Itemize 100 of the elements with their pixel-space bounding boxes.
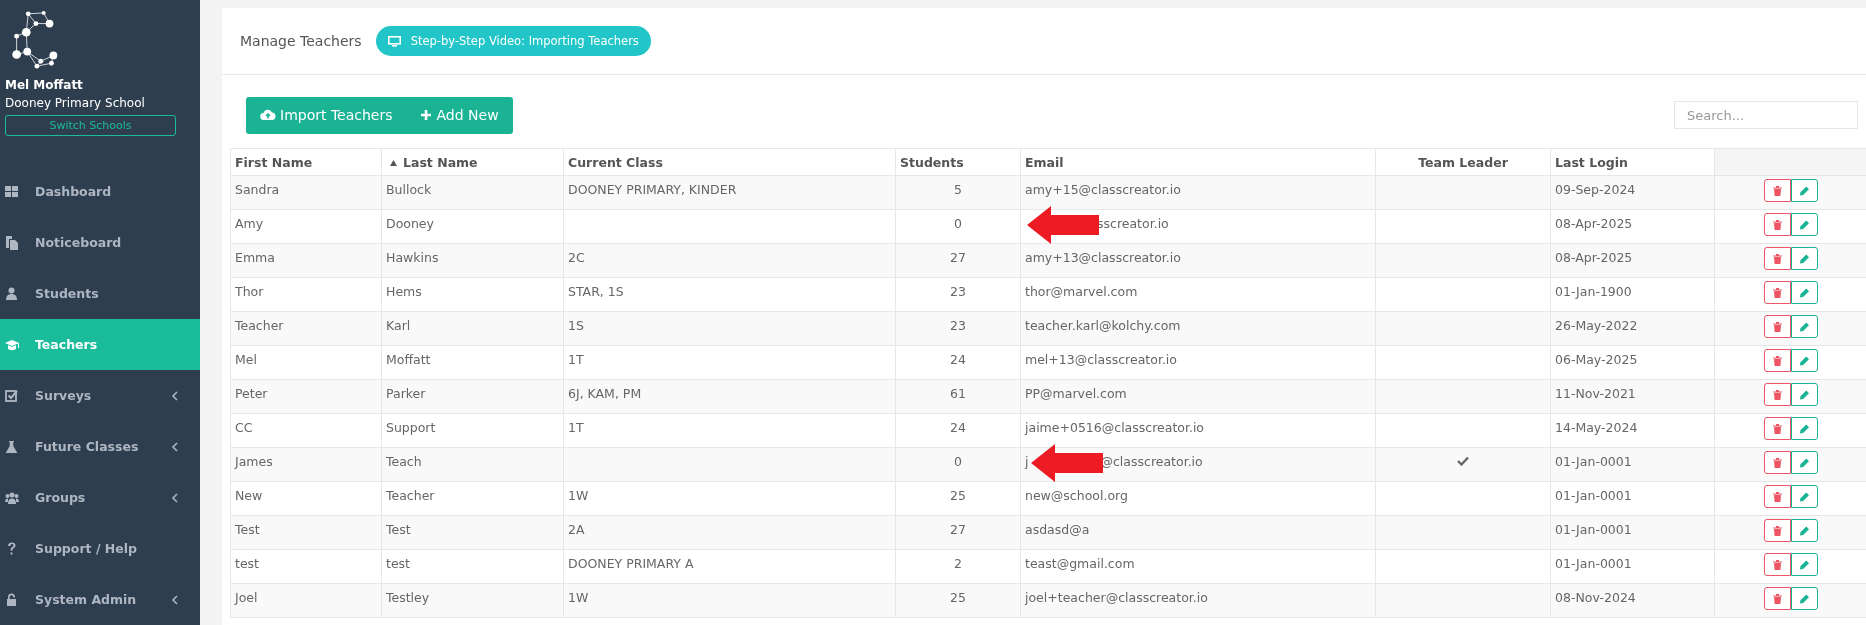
nav-item[interactable]: Surveys bbox=[0, 370, 200, 421]
trash-icon bbox=[1772, 355, 1782, 366]
table-cell: Testley bbox=[381, 583, 564, 618]
edit-button[interactable] bbox=[1790, 383, 1818, 406]
cloud-upload-icon bbox=[260, 109, 276, 121]
delete-button[interactable] bbox=[1763, 451, 1791, 474]
table-cell: Joel bbox=[230, 583, 382, 618]
table-cell: 01-Jan-1900 bbox=[1550, 277, 1715, 312]
email-text: j bbox=[1025, 454, 1029, 469]
nav-item[interactable]: Groups bbox=[0, 472, 200, 523]
email-text: asdasd@a bbox=[1025, 522, 1090, 537]
table-cell: Teacher bbox=[230, 311, 382, 346]
pencil-icon bbox=[1799, 457, 1809, 468]
table-cell: Hems bbox=[381, 277, 564, 312]
nav-item[interactable]: Support / Help bbox=[0, 523, 200, 574]
delete-button[interactable] bbox=[1763, 247, 1791, 270]
table-cell: DOONEY PRIMARY, KINDER bbox=[563, 175, 896, 210]
nav-item[interactable]: Students bbox=[0, 268, 200, 319]
delete-button[interactable] bbox=[1763, 485, 1791, 508]
table-cell: 14-May-2024 bbox=[1550, 413, 1715, 448]
table-cell: James bbox=[230, 447, 382, 482]
table-cell: 6J, KAM, PM bbox=[563, 379, 896, 414]
table-cell: Teach bbox=[381, 447, 564, 482]
pencil-icon bbox=[1799, 185, 1809, 196]
pencil-icon bbox=[1799, 321, 1809, 332]
table-cell: Parker bbox=[381, 379, 564, 414]
nav-item[interactable]: Noticeboard bbox=[0, 217, 200, 268]
nav-item[interactable]: Future Classes bbox=[0, 421, 200, 472]
pencil-icon bbox=[1799, 491, 1809, 502]
table-cell: test bbox=[381, 549, 564, 584]
table-cell: DOONEY PRIMARY A bbox=[563, 549, 896, 584]
trash-icon bbox=[1772, 253, 1782, 264]
table-cell: Teacher bbox=[381, 481, 564, 516]
table-cell: Test bbox=[230, 515, 382, 550]
edit-button[interactable] bbox=[1790, 587, 1818, 610]
table-cell: 1T bbox=[563, 413, 896, 448]
trash-icon bbox=[1772, 389, 1782, 400]
monitor-icon bbox=[387, 35, 401, 47]
search-field[interactable]: Search... bbox=[1674, 101, 1858, 129]
email-text: @classcreator.io bbox=[1100, 454, 1203, 469]
edit-button[interactable] bbox=[1790, 519, 1818, 542]
email-text: amy+13@classcreator.io bbox=[1025, 250, 1181, 265]
delete-button[interactable] bbox=[1763, 587, 1791, 610]
nav-item[interactable]: Dashboard bbox=[0, 166, 200, 217]
delete-button[interactable] bbox=[1763, 519, 1791, 542]
delete-button[interactable] bbox=[1763, 315, 1791, 338]
column-header[interactable]: Email bbox=[1020, 148, 1376, 176]
table-cell: 01-Jan-0001 bbox=[1550, 515, 1715, 550]
documents-icon bbox=[5, 235, 19, 250]
delete-button[interactable] bbox=[1763, 179, 1791, 202]
email-text: mel+13@classcreator.io bbox=[1025, 352, 1177, 367]
edit-button[interactable] bbox=[1790, 485, 1818, 508]
edit-button[interactable] bbox=[1790, 247, 1818, 270]
trash-icon bbox=[1772, 219, 1782, 230]
table-cell: STAR, 1S bbox=[563, 277, 896, 312]
delete-button[interactable] bbox=[1763, 553, 1791, 576]
column-header[interactable]: Students bbox=[895, 148, 1021, 176]
column-header[interactable]: Current Class bbox=[563, 148, 896, 176]
table-cell: 1W bbox=[563, 481, 896, 516]
trash-icon bbox=[1772, 491, 1782, 502]
switch-schools-button[interactable]: Switch Schools bbox=[5, 115, 176, 136]
trash-icon bbox=[1772, 185, 1782, 196]
table-cell: Dooney bbox=[381, 209, 564, 244]
table-cell: 5 bbox=[895, 175, 1021, 210]
trash-icon bbox=[1772, 525, 1782, 536]
table-cell: 1S bbox=[563, 311, 896, 346]
edit-button[interactable] bbox=[1790, 451, 1818, 474]
edit-button[interactable] bbox=[1790, 179, 1818, 202]
table-cell: Thor bbox=[230, 277, 382, 312]
column-header[interactable]: Last Login bbox=[1550, 148, 1715, 176]
edit-button[interactable] bbox=[1790, 213, 1818, 236]
edit-button[interactable] bbox=[1790, 349, 1818, 372]
user-name: Mel Moffatt bbox=[5, 78, 84, 92]
table-cell: 01-Jan-0001 bbox=[1550, 549, 1715, 584]
user-icon bbox=[5, 286, 19, 301]
column-header[interactable]: First Name bbox=[230, 148, 382, 176]
edit-button[interactable] bbox=[1790, 417, 1818, 440]
email-text: amy+15@classcreator.io bbox=[1025, 182, 1181, 197]
delete-button[interactable] bbox=[1763, 417, 1791, 440]
trash-icon bbox=[1772, 559, 1782, 570]
table-cell: Mel bbox=[230, 345, 382, 380]
edit-button[interactable] bbox=[1790, 315, 1818, 338]
delete-button[interactable] bbox=[1763, 383, 1791, 406]
page-title: Manage Teachers bbox=[240, 33, 362, 49]
table-cell: 08-Nov-2024 bbox=[1550, 583, 1715, 618]
table-cell: 27 bbox=[895, 243, 1021, 278]
nav-item[interactable]: System Admin bbox=[0, 574, 200, 625]
checkbox-icon bbox=[5, 388, 19, 403]
email-text: PP@marvel.com bbox=[1025, 386, 1127, 401]
users-icon bbox=[5, 490, 19, 505]
delete-button[interactable] bbox=[1763, 213, 1791, 236]
column-header[interactable]: Last Name bbox=[381, 148, 564, 176]
pencil-icon bbox=[1799, 287, 1809, 298]
pencil-icon bbox=[1799, 253, 1809, 264]
column-header[interactable]: Team Leader bbox=[1375, 148, 1551, 176]
pencil-icon bbox=[1799, 389, 1809, 400]
delete-button[interactable] bbox=[1763, 349, 1791, 372]
delete-button[interactable] bbox=[1763, 281, 1791, 304]
edit-button[interactable] bbox=[1790, 553, 1818, 576]
edit-button[interactable] bbox=[1790, 281, 1818, 304]
